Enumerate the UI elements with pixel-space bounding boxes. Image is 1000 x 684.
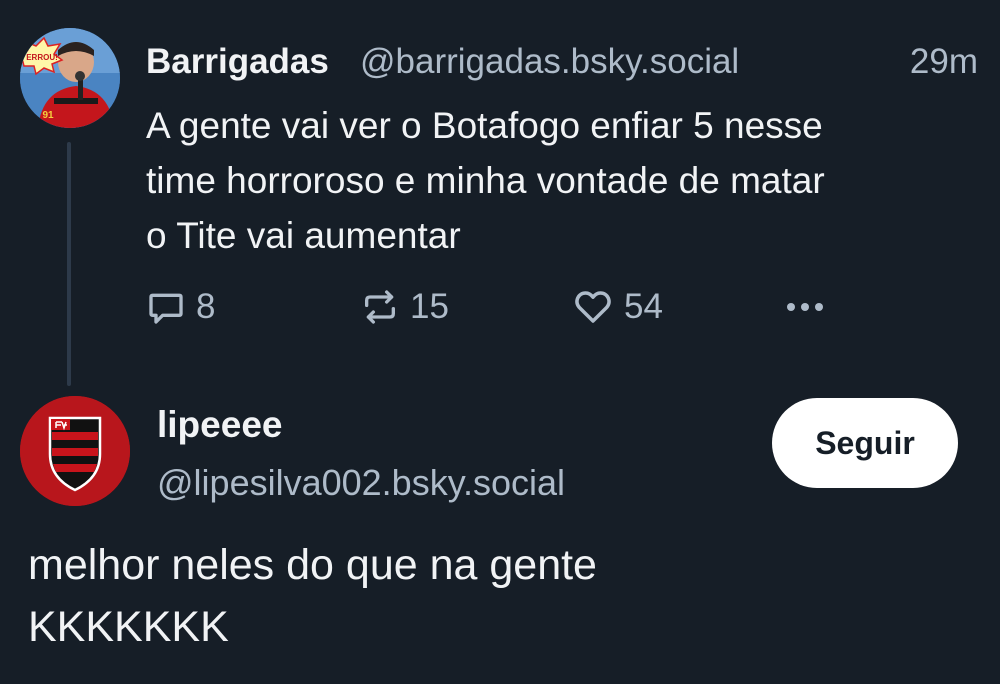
reply-text: melhor neles do que na gente KKKKKKK [28,534,968,658]
reply-count: 8 [196,287,216,326]
ellipsis-icon [787,303,823,311]
like-count: 54 [624,287,663,326]
post-timestamp: 29m [909,42,978,81]
post-text-line: time horroroso e minha vontade de matar [146,160,825,201]
repost-count: 15 [410,287,449,326]
author-name[interactable]: lipeeee [157,404,282,446]
svg-text:ERROU!: ERROU! [26,53,58,62]
thread-line [67,142,71,386]
post-text-line: melhor neles do que na gente [28,541,597,589]
speech-bubble-icon [149,293,183,324]
avatar-photo: ERROU! 91 [20,28,120,128]
thread-view: ERROU! 91 Barrigadas @barrigadas.bsky.so… [0,0,1000,684]
svg-text:91: 91 [42,110,54,121]
reply-button[interactable]: 8 [146,282,215,332]
post-text-line: KKKKKKK [28,603,229,651]
author-handle[interactable]: @barrigadas.bsky.social [360,42,739,82]
author-name[interactable]: Barrigadas [146,42,329,82]
post-text-line: o Tite vai aumentar [146,215,461,256]
post-header: Barrigadas @barrigadas.bsky.social 29m [146,38,978,86]
avatar[interactable] [20,396,130,506]
post-text: A gente vai ver o Botafogo enfiar 5 ness… [146,98,966,263]
post-text-line: A gente vai ver o Botafogo enfiar 5 ness… [146,105,823,146]
author-handle[interactable]: @lipesilva002.bsky.social [157,462,565,504]
avatar[interactable]: ERROU! 91 [20,28,120,128]
post-actions: 8 15 54 [146,282,846,332]
repost-arrows-icon [365,290,395,324]
more-options-button[interactable] [782,282,828,332]
flamengo-crest-icon [20,396,130,506]
like-button[interactable]: 54 [572,282,663,332]
heart-icon [575,291,611,323]
repost-button[interactable]: 15 [360,282,449,332]
follow-button[interactable]: Seguir [772,398,958,488]
